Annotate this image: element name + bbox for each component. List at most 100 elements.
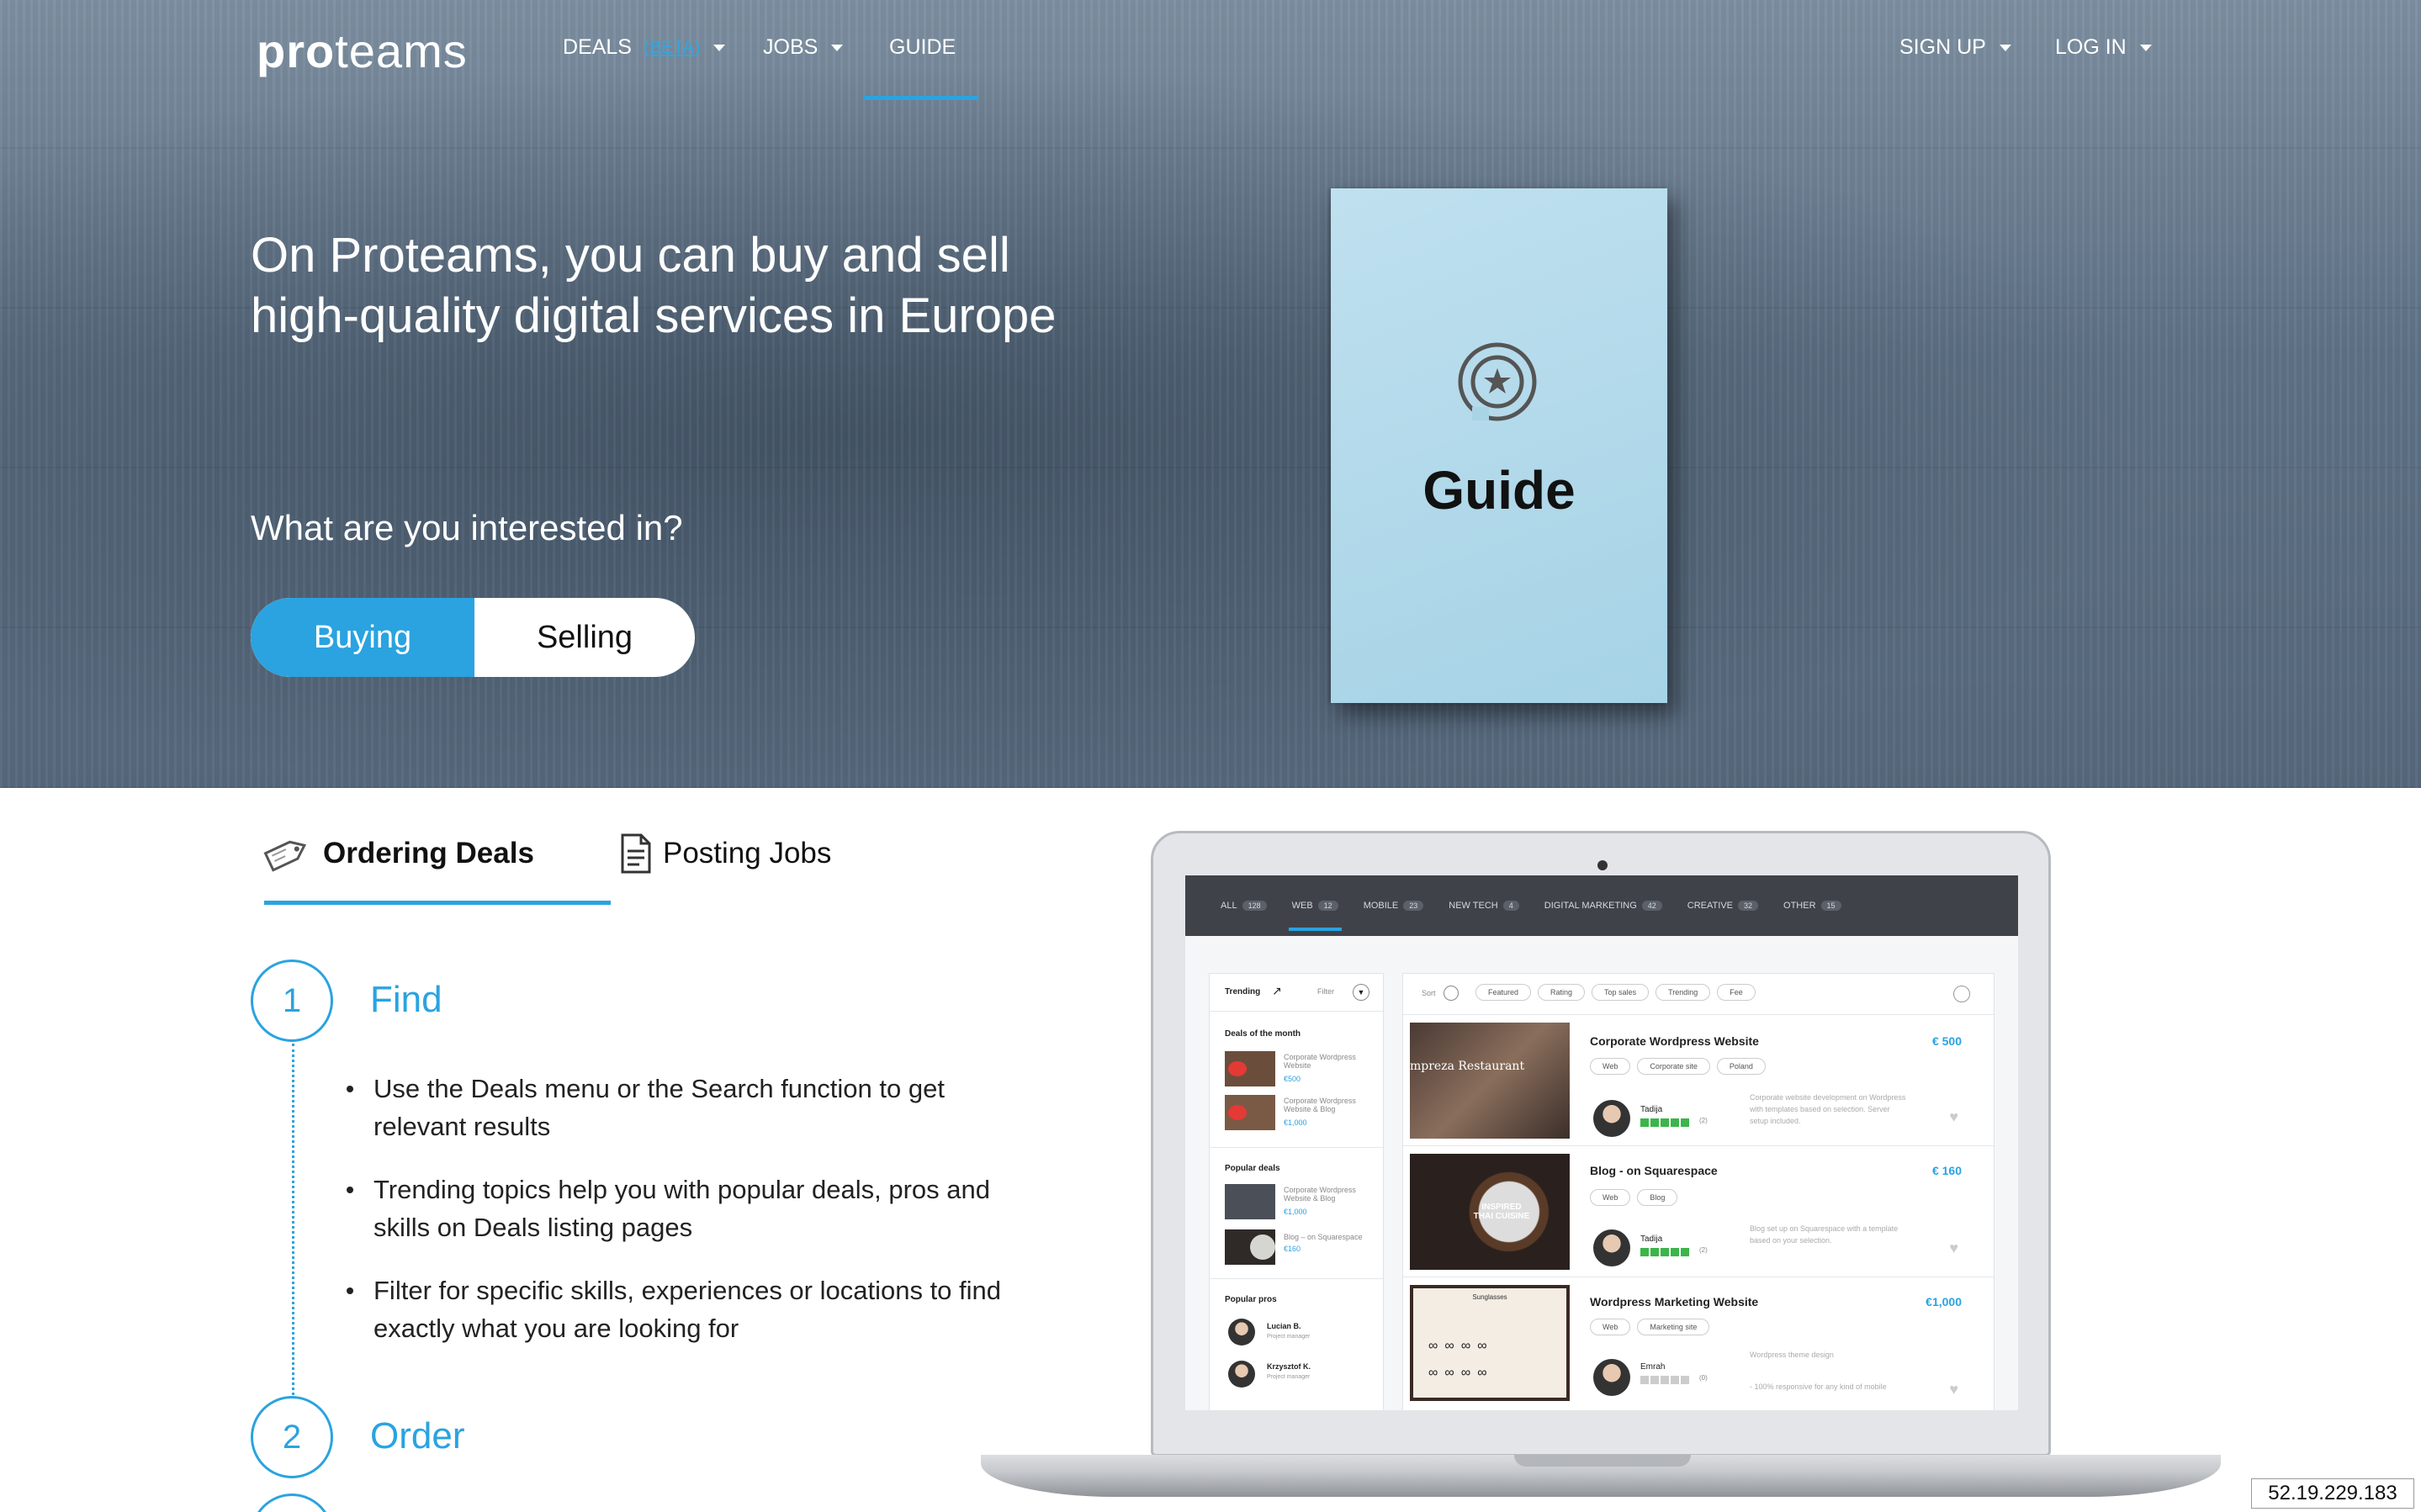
deal-tag[interactable]: Blog bbox=[1637, 1189, 1678, 1206]
review-count: (2) bbox=[1699, 1117, 1708, 1124]
category-creative[interactable]: CREATIVE 32 bbox=[1687, 901, 1759, 911]
deal-title[interactable]: Corporate Wordpress Website bbox=[1590, 1034, 1759, 1048]
nav-jobs[interactable]: JOBS bbox=[763, 35, 844, 60]
nav-login[interactable]: LOG IN bbox=[2055, 35, 2152, 60]
step-title-find: Find bbox=[370, 979, 442, 1020]
avatar[interactable] bbox=[1228, 1319, 1255, 1345]
step-number-2: 2 bbox=[251, 1396, 333, 1478]
sort-icon[interactable] bbox=[1444, 986, 1459, 1001]
selling-option[interactable]: Selling bbox=[474, 598, 695, 677]
filter-label[interactable]: Filter bbox=[1317, 987, 1334, 996]
nav-deals[interactable]: DEALS (BETA) bbox=[563, 35, 726, 60]
seller-name[interactable]: Tadija bbox=[1640, 1105, 1662, 1114]
heart-icon[interactable]: ♥ bbox=[1949, 1381, 1958, 1398]
nav-signup-label: SIGN UP bbox=[1899, 35, 1986, 59]
side-deal-price: €1,000 bbox=[1284, 1118, 1307, 1127]
divider bbox=[1403, 1145, 1994, 1146]
filter-icon[interactable]: ▼ bbox=[1353, 984, 1369, 1001]
avatar[interactable] bbox=[1228, 1361, 1255, 1388]
deal-thumb-text: Sunglasses bbox=[1472, 1293, 1507, 1301]
popular-deal-price: €160 bbox=[1284, 1245, 1301, 1253]
deal-tag[interactable]: Poland bbox=[1716, 1058, 1766, 1075]
side-deal-thumb[interactable] bbox=[1225, 1095, 1275, 1130]
chevron-down-icon bbox=[1999, 44, 2011, 51]
nav-signup[interactable]: SIGN UP bbox=[1899, 35, 2011, 60]
trending-label[interactable]: Trending bbox=[1225, 987, 1260, 997]
list-item: Filter for specific skills, experiences … bbox=[340, 1271, 1013, 1347]
sunglasses-grid: ∞∞∞∞ bbox=[1428, 1339, 1494, 1353]
chevron-down-icon bbox=[713, 44, 726, 51]
deal-thumbnail[interactable]: mpreza Restaurant bbox=[1410, 1023, 1570, 1139]
deal-thumbnail[interactable]: Sunglasses ∞∞∞∞ ∞∞∞∞ bbox=[1410, 1285, 1570, 1401]
tab-posting-jobs[interactable]: Posting Jobs bbox=[619, 833, 831, 875]
deal-thumbnail[interactable]: INSPIRED THAI CUISINE bbox=[1410, 1154, 1570, 1270]
category-digital-marketing[interactable]: DIGITAL MARKETING 42 bbox=[1544, 901, 1662, 911]
hero-title-line1: On Proteams, you can buy and sell bbox=[251, 228, 1010, 283]
rating-stars bbox=[1640, 1118, 1689, 1127]
screen-deal-list: Sort Featured Rating Top sales Trending Fee … bbox=[1402, 973, 1995, 1410]
popular-deal-thumb[interactable] bbox=[1225, 1184, 1275, 1219]
category-all[interactable]: ALL 128 bbox=[1221, 901, 1267, 911]
category-mobile[interactable]: MOBILE 23 bbox=[1364, 901, 1424, 911]
avatar[interactable] bbox=[1593, 1229, 1630, 1266]
list-item: Use the Deals menu or the Search functio… bbox=[340, 1070, 1013, 1145]
heart-icon[interactable]: ♥ bbox=[1949, 1240, 1958, 1257]
deal-tag[interactable]: Web bbox=[1590, 1189, 1631, 1206]
sort-trending[interactable]: Trending bbox=[1655, 984, 1711, 1001]
category-web[interactable]: WEB 12 bbox=[1288, 901, 1342, 931]
sunglasses-grid: ∞∞∞∞ bbox=[1428, 1366, 1494, 1380]
hero-banner: proteams DEALS (BETA) JOBS GUIDE SIGN UP… bbox=[0, 0, 2421, 788]
seller-name[interactable]: Emrah bbox=[1640, 1362, 1665, 1372]
deal-tag[interactable]: Marketing site bbox=[1637, 1319, 1710, 1335]
pro-role: Project manager bbox=[1267, 1334, 1311, 1340]
popular-pros-heading: Popular pros bbox=[1225, 1295, 1277, 1304]
side-deal-thumb[interactable] bbox=[1225, 1051, 1275, 1086]
logo-bold-text: pro bbox=[257, 24, 336, 77]
tab-ordering-label: Ordering Deals bbox=[323, 837, 534, 870]
seller-name[interactable]: Tadija bbox=[1640, 1234, 1662, 1244]
ip-address-label: 52.19.229.183 bbox=[2251, 1478, 2414, 1509]
avatar[interactable] bbox=[1593, 1100, 1630, 1137]
popular-deal-title[interactable]: Corporate Wordpress Website & Blog bbox=[1284, 1186, 1372, 1203]
nav-guide-label: GUIDE bbox=[889, 35, 956, 59]
list-item: Trending topics help you with popular de… bbox=[340, 1171, 1013, 1246]
category-new-tech[interactable]: NEW TECH 4 bbox=[1449, 901, 1519, 911]
side-deal-title[interactable]: Corporate Wordpress Website bbox=[1284, 1053, 1372, 1070]
avatar[interactable] bbox=[1593, 1359, 1630, 1396]
guide-book-image: Guide bbox=[1331, 188, 1667, 703]
pro-name[interactable]: Lucian B. bbox=[1267, 1322, 1301, 1330]
deal-description: Corporate website development on Wordpre… bbox=[1750, 1093, 1906, 1125]
pro-name[interactable]: Krzysztof K. bbox=[1267, 1362, 1311, 1371]
grid-view-icon[interactable] bbox=[1953, 986, 1970, 1002]
tab-ordering-deals[interactable]: Ordering Deals bbox=[261, 833, 534, 875]
deal-price: €1,000 bbox=[1926, 1295, 1962, 1308]
proteams-logo[interactable]: proteams bbox=[257, 24, 468, 78]
deal-tag[interactable]: Web bbox=[1590, 1319, 1631, 1335]
deal-title[interactable]: Blog - on Squarespace bbox=[1590, 1164, 1718, 1177]
active-tab-indicator bbox=[264, 901, 611, 905]
deal-tag[interactable]: Web bbox=[1590, 1058, 1631, 1075]
hero-title: On Proteams, you can buy and sell high-q… bbox=[251, 225, 1092, 346]
divider bbox=[1210, 1278, 1383, 1279]
side-deal-title[interactable]: Corporate Wordpress Website & Blog bbox=[1284, 1097, 1372, 1113]
sort-top-sales[interactable]: Top sales bbox=[1592, 984, 1650, 1001]
deal-tag[interactable]: Corporate site bbox=[1637, 1058, 1710, 1075]
sort-label: Sort bbox=[1422, 989, 1436, 997]
deal-thumb-text: mpreza Restaurant bbox=[1410, 1060, 1525, 1073]
popular-deal-title[interactable]: Blog – on Squarespace bbox=[1284, 1233, 1372, 1241]
divider bbox=[1403, 1014, 1994, 1015]
sort-rating[interactable]: Rating bbox=[1538, 984, 1586, 1001]
deal-title[interactable]: Wordpress Marketing Website bbox=[1590, 1295, 1758, 1308]
divider bbox=[1210, 1147, 1383, 1148]
buying-option[interactable]: Buying bbox=[251, 598, 474, 677]
sort-featured[interactable]: Featured bbox=[1475, 984, 1532, 1001]
category-other[interactable]: OTHER 15 bbox=[1783, 901, 1841, 911]
heart-icon[interactable]: ♥ bbox=[1949, 1108, 1958, 1126]
popular-deal-thumb[interactable] bbox=[1225, 1229, 1275, 1265]
nav-guide[interactable]: GUIDE bbox=[889, 35, 956, 60]
nav-deals-label: DEALS bbox=[563, 35, 632, 59]
nav-jobs-label: JOBS bbox=[763, 35, 818, 59]
screen-sidebar: Trending ↗ Filter ▼ Deals of the month C… bbox=[1209, 973, 1384, 1410]
sort-fee[interactable]: Fee bbox=[1717, 984, 1756, 1001]
category-bar: ALL 128 WEB 12 MOBILE 23 NEW TECH 4 DIGITAL … bbox=[1185, 875, 2018, 936]
